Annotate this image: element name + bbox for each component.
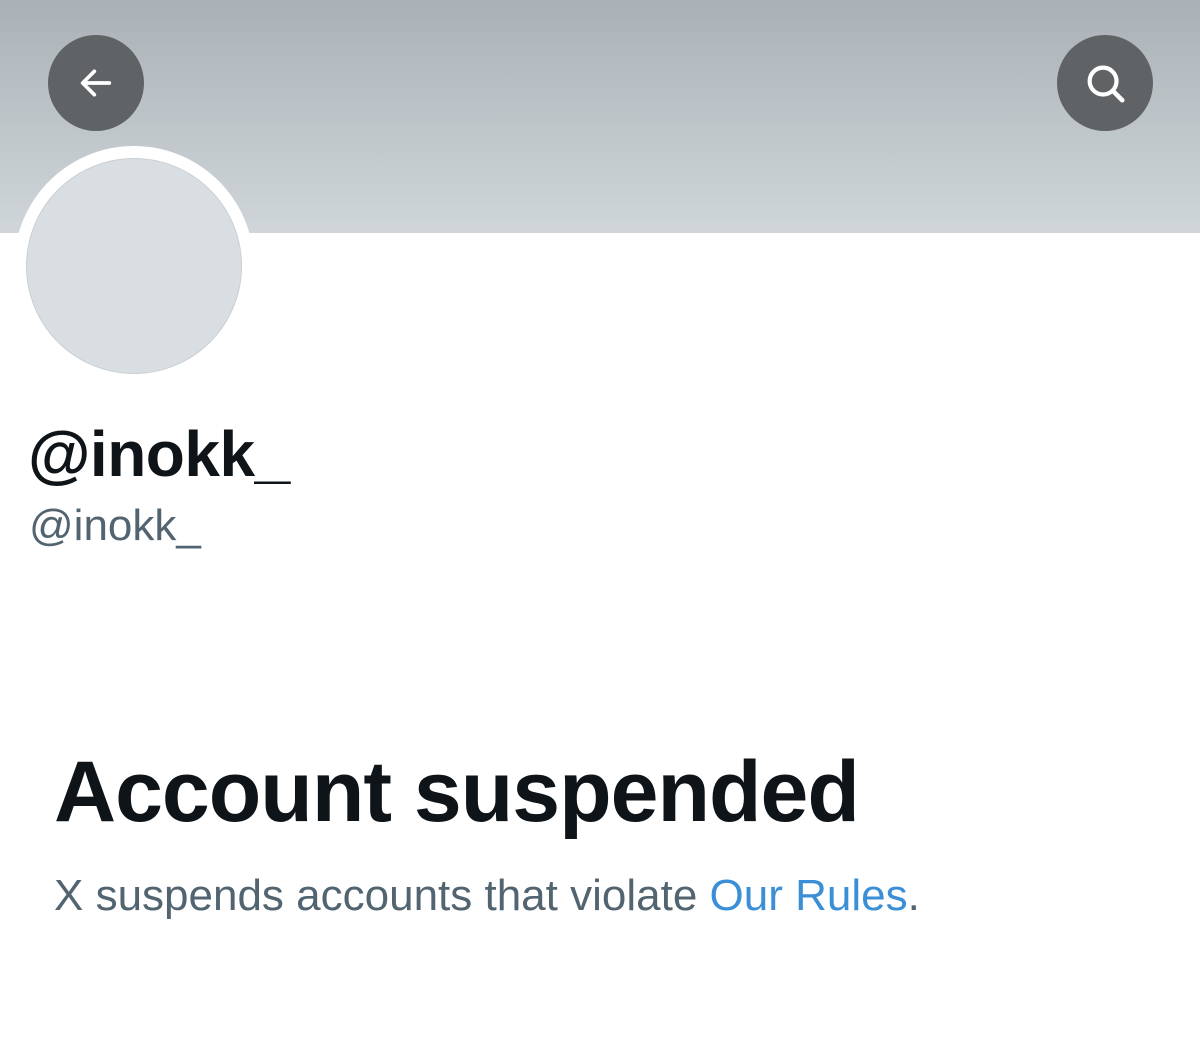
search-icon bbox=[1087, 65, 1125, 103]
avatar-ring bbox=[14, 146, 254, 386]
our-rules-link[interactable]: Our Rules bbox=[710, 871, 908, 920]
avatar[interactable] bbox=[26, 158, 242, 374]
user-handle: @inokk_ bbox=[29, 501, 201, 550]
display-name: @inokk_ bbox=[28, 418, 290, 490]
suspended-message-prefix: X suspends accounts that violate bbox=[54, 871, 710, 920]
search-button[interactable] bbox=[1057, 35, 1153, 131]
suspended-message-suffix: . bbox=[907, 871, 920, 920]
suspended-message: X suspends accounts that violate Our Rul… bbox=[54, 866, 920, 926]
back-button[interactable] bbox=[48, 35, 144, 131]
suspended-title: Account suspended bbox=[54, 744, 860, 840]
profile-page: @inokk_ @inokk_ Account suspended X susp… bbox=[0, 0, 1200, 1041]
arrow-left-icon bbox=[80, 69, 112, 97]
